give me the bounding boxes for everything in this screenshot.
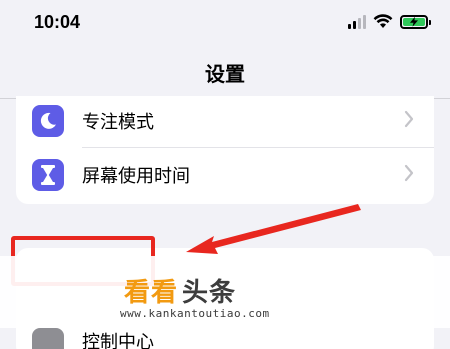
watermark-logo: 看看 头条 — [124, 272, 236, 309]
watermark-brand-part2: 头条 — [182, 278, 237, 308]
settings-row-label: 控制中心 — [82, 332, 154, 349]
watermark-brand-part1: 看看 — [124, 278, 179, 308]
control-center-icon — [32, 328, 64, 349]
watermark-url: www.kankantoutiao.com — [120, 307, 270, 320]
